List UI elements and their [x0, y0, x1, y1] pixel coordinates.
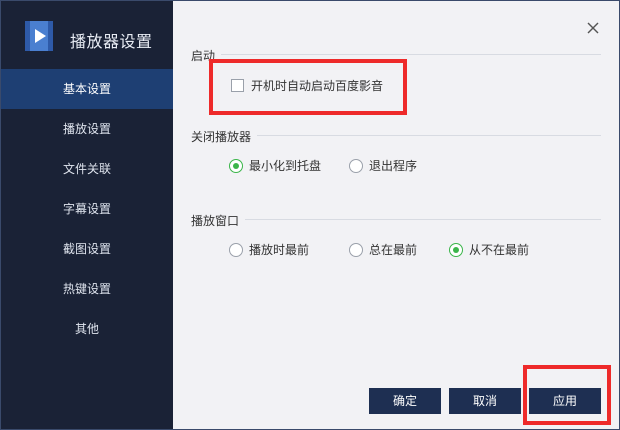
sidebar-item-other[interactable]: 其他 [1, 309, 173, 349]
never-on-top-label: 从不在最前 [469, 243, 530, 257]
minimize-to-tray-option[interactable]: 最小化到托盘 [229, 157, 321, 174]
never-on-top-option[interactable]: 从不在最前 [449, 241, 529, 258]
app-title: 播放器设置 [70, 32, 153, 51]
exit-program-radio[interactable] [349, 158, 363, 173]
ok-button[interactable]: 确定 [369, 388, 441, 414]
always-on-top-label: 总在最前 [369, 243, 418, 257]
highlight-box-apply [523, 365, 611, 425]
cancel-button[interactable]: 取消 [449, 388, 521, 414]
play-window-divider [191, 219, 601, 220]
sidebar-item-screenshot-settings[interactable]: 截图设置 [1, 229, 173, 269]
close-icon[interactable] [583, 18, 603, 38]
play-window-section-title: 播放窗口 [191, 212, 246, 229]
sidebar: 播放器设置 基本设置 播放设置 文件关联 字幕设置 截图设置 热键设置 其他 [1, 1, 173, 429]
on-top-when-playing-label: 播放时最前 [249, 243, 310, 257]
sidebar-item-hotkey-settings[interactable]: 热键设置 [1, 269, 173, 309]
sidebar-item-basic-settings[interactable]: 基本设置 [1, 69, 173, 109]
sidebar-item-file-association[interactable]: 文件关联 [1, 149, 173, 189]
video-player-icon [25, 21, 53, 51]
exit-program-option[interactable]: 退出程序 [349, 157, 417, 174]
sidebar-item-playback-settings[interactable]: 播放设置 [1, 109, 173, 149]
on-top-when-playing-radio[interactable] [229, 242, 243, 257]
never-on-top-radio[interactable] [449, 242, 463, 257]
always-on-top-option[interactable]: 总在最前 [349, 241, 417, 258]
startup-divider [191, 54, 601, 55]
exit-program-label: 退出程序 [369, 159, 418, 173]
always-on-top-radio[interactable] [349, 242, 363, 257]
settings-dialog: 播放器设置 基本设置 播放设置 文件关联 字幕设置 截图设置 热键设置 其他 启… [0, 0, 620, 430]
close-player-section-title: 关闭播放器 [191, 128, 258, 145]
minimize-to-tray-radio[interactable] [229, 158, 243, 173]
highlight-box-autostart [209, 59, 407, 115]
sidebar-nav: 基本设置 播放设置 文件关联 字幕设置 截图设置 热键设置 其他 [1, 69, 173, 349]
sidebar-item-subtitle-settings[interactable]: 字幕设置 [1, 189, 173, 229]
minimize-to-tray-label: 最小化到托盘 [249, 159, 322, 173]
on-top-when-playing-option[interactable]: 播放时最前 [229, 241, 309, 258]
